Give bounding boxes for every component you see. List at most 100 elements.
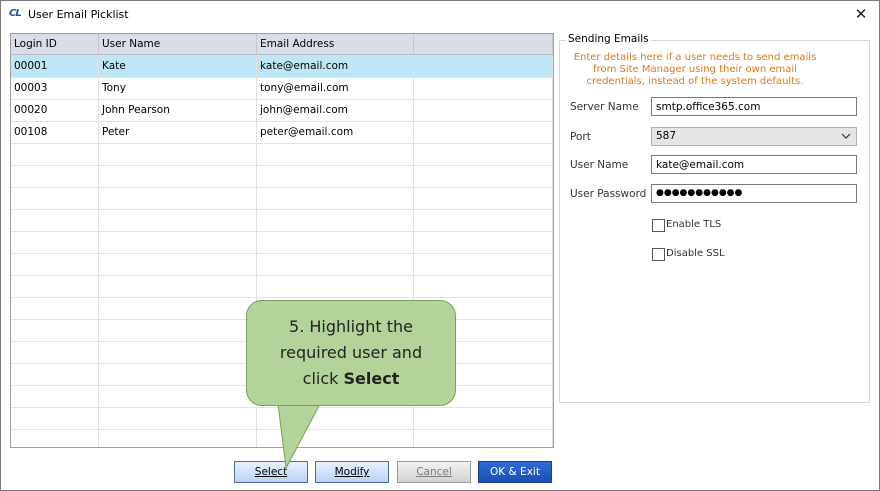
cell-blank [414,55,553,77]
user-name-input[interactable] [651,155,857,174]
empty-cell [414,187,553,209]
empty-cell [11,209,99,231]
cell-blank [414,121,553,143]
empty-cell [99,385,257,407]
cancel-button[interactable]: Cancel [397,461,471,483]
cell-email: tony@email.com [257,77,414,99]
empty-cell [11,341,99,363]
empty-table-row [11,187,553,210]
empty-cell [414,165,553,187]
empty-cell [11,363,99,385]
callout-pointer [277,404,321,469]
user-name-label: User Name [570,159,629,171]
instruction-callout: 5. Highlight the required user and click… [246,300,456,406]
cell-user-name: Kate [99,55,257,77]
empty-cell [11,385,99,407]
empty-cell [11,253,99,275]
callout-line-3: click Select [247,366,455,392]
enable-tls-label: Enable TLS [666,219,722,230]
empty-cell [414,429,553,447]
callout-line-3-bold: Select [343,369,400,388]
enable-tls-checkbox[interactable] [652,219,665,232]
empty-cell [257,275,414,297]
column-header-user-name[interactable]: User Name [99,34,257,54]
empty-cell [257,187,414,209]
cell-login-id: 00003 [11,77,99,99]
server-name-input[interactable] [651,97,857,116]
empty-cell [99,187,257,209]
empty-cell [99,297,257,319]
empty-cell [99,253,257,275]
column-header-email-address[interactable]: Email Address [257,34,414,54]
empty-cell [99,341,257,363]
empty-cell [11,407,99,429]
table-row[interactable]: 00108 Peter peter@email.com [11,121,553,144]
empty-cell [257,231,414,253]
empty-cell [11,143,99,165]
cell-login-id: 00108 [11,121,99,143]
app-logo-icon: CL [9,8,22,19]
ok-exit-button-label: OK & Exit [490,466,540,478]
modify-button-label: Modify [334,466,370,478]
port-label: Port [570,131,591,143]
cell-user-name: Tony [99,77,257,99]
cell-user-name: John Pearson [99,99,257,121]
cell-blank [414,99,553,121]
callout-line-1: 5. Highlight the [289,317,413,336]
empty-cell [414,231,553,253]
empty-cell [11,319,99,341]
empty-cell [11,297,99,319]
ok-exit-button[interactable]: OK & Exit [478,461,552,483]
disable-ssl-checkbox[interactable] [652,248,665,261]
cell-email: peter@email.com [257,121,414,143]
callout-line-2: required user and [279,343,423,362]
port-select[interactable]: 587 [651,127,857,146]
column-header-login-id[interactable]: Login ID [11,34,99,54]
chevron-down-icon [841,128,851,151]
cell-email: john@email.com [257,99,414,121]
port-value: 587 [656,130,677,142]
empty-cell [99,363,257,385]
empty-cell [414,253,553,275]
empty-cell [257,143,414,165]
cell-email: kate@email.com [257,55,414,77]
empty-cell [99,429,257,447]
callout-line-3-prefix: click [302,369,344,388]
empty-cell [11,187,99,209]
server-name-label: Server Name [570,101,639,113]
empty-cell [99,165,257,187]
empty-cell [11,275,99,297]
empty-table-row [11,209,553,232]
empty-cell [11,429,99,447]
window-title: User Email Picklist [28,8,129,21]
empty-cell [99,319,257,341]
empty-cell [99,209,257,231]
empty-table-row [11,165,553,188]
empty-table-row [11,231,553,254]
cell-login-id: 00020 [11,99,99,121]
empty-table-row [11,275,553,298]
empty-table-row [11,253,553,276]
user-password-input[interactable]: ●●●●●●●●●●● [651,184,857,203]
empty-cell [414,143,553,165]
sending-emails-note: Enter details here if a user needs to se… [573,52,817,87]
close-icon[interactable]: ✕ [849,4,873,24]
title-bar: CL User Email Picklist ✕ [1,1,879,29]
empty-table-row [11,143,553,166]
grid-header: Login ID User Name Email Address [11,34,553,55]
empty-cell [99,231,257,253]
table-row[interactable]: 00001 Kate kate@email.com [11,55,553,78]
cancel-button-label: Cancel [416,466,452,478]
empty-cell [99,275,257,297]
empty-cell [99,143,257,165]
sending-emails-title: Sending Emails [566,33,651,45]
cell-user-name: Peter [99,121,257,143]
empty-cell [257,209,414,231]
table-row[interactable]: 00003 Tony tony@email.com [11,77,553,100]
user-password-label: User Password [570,188,647,200]
empty-cell [414,209,553,231]
empty-cell [414,407,553,429]
disable-ssl-label: Disable SSL [666,248,725,259]
table-row[interactable]: 00020 John Pearson john@email.com [11,99,553,122]
empty-cell [99,407,257,429]
